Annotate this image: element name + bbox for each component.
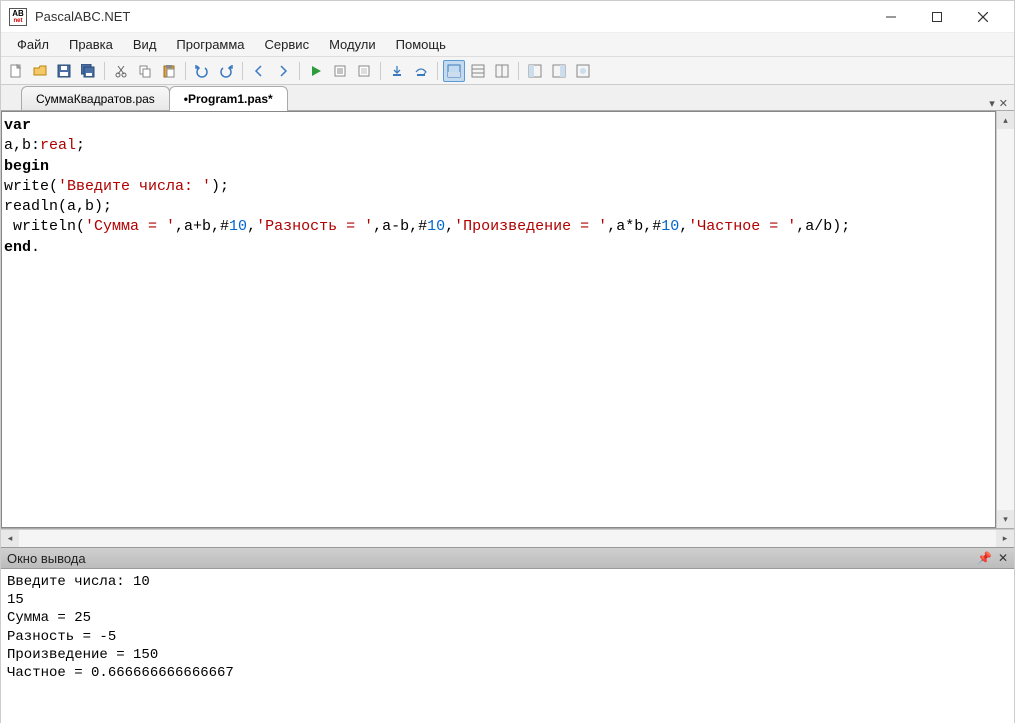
separator (437, 62, 438, 80)
locals-panel-icon[interactable] (491, 60, 513, 82)
undo-icon[interactable] (191, 60, 213, 82)
vertical-scrollbar[interactable]: ▴ ▾ (996, 111, 1014, 528)
panel4-icon[interactable] (524, 60, 546, 82)
tab-bar: СуммаКвадратов.pas •Program1.pas* ▾ ✕ (1, 85, 1014, 111)
horizontal-scrollbar[interactable]: ◂ ▸ (1, 529, 1014, 547)
nav-back-icon[interactable] (248, 60, 270, 82)
separator (299, 62, 300, 80)
save-all-icon[interactable] (77, 60, 99, 82)
window-title: PascalABC.NET (35, 9, 130, 24)
run-icon[interactable] (305, 60, 327, 82)
scroll-track[interactable] (997, 129, 1014, 510)
scroll-down-icon[interactable]: ▾ (997, 510, 1014, 528)
menu-program[interactable]: Программа (166, 34, 254, 55)
output-panel-title: Окно вывода (7, 551, 86, 566)
tab-summa-kvadratov[interactable]: СуммаКвадратов.pas (21, 86, 170, 110)
panel6-icon[interactable] (572, 60, 594, 82)
maximize-button[interactable] (914, 2, 960, 32)
cut-icon[interactable] (110, 60, 132, 82)
menu-bar: Файл Правка Вид Программа Сервис Модули … (1, 33, 1014, 57)
tab-close-icon[interactable]: ✕ (999, 97, 1008, 110)
app-icon: ABnet (9, 8, 27, 26)
compile-icon[interactable] (329, 60, 351, 82)
separator (518, 62, 519, 80)
save-icon[interactable] (53, 60, 75, 82)
step-into-icon[interactable] (386, 60, 408, 82)
paste-icon[interactable] (158, 60, 180, 82)
editor-area: var a,b:real; begin write('Введите числа… (1, 111, 1014, 529)
output-panel[interactable]: Введите числа: 10 15 Сумма = 25 Разность… (1, 569, 1014, 725)
menu-edit[interactable]: Правка (59, 34, 123, 55)
scroll-left-icon[interactable]: ◂ (1, 530, 19, 547)
menu-service[interactable]: Сервис (255, 34, 320, 55)
redo-icon[interactable] (215, 60, 237, 82)
separator (104, 62, 105, 80)
output-line: Введите числа: 10 (7, 574, 150, 590)
output-line: 15 (7, 592, 24, 608)
open-file-icon[interactable] (29, 60, 51, 82)
output-line: Разность = -5 (7, 629, 116, 645)
separator (380, 62, 381, 80)
scroll-up-icon[interactable]: ▴ (997, 111, 1014, 129)
separator (185, 62, 186, 80)
title-bar: ABnet PascalABC.NET (1, 1, 1014, 33)
menu-view[interactable]: Вид (123, 34, 167, 55)
output-line: Частное = 0.666666666666667 (7, 665, 234, 681)
menu-file[interactable]: Файл (7, 34, 59, 55)
toolbar (1, 57, 1014, 85)
menu-help[interactable]: Помощь (386, 34, 456, 55)
nav-forward-icon[interactable] (272, 60, 294, 82)
menu-modules[interactable]: Модули (319, 34, 386, 55)
close-panel-icon[interactable]: ✕ (998, 551, 1008, 565)
step-over-icon[interactable] (410, 60, 432, 82)
panel5-icon[interactable] (548, 60, 570, 82)
minimize-button[interactable] (868, 2, 914, 32)
build-icon[interactable] (353, 60, 375, 82)
output-line: Сумма = 25 (7, 610, 91, 626)
output-panel-header: Окно вывода 📌 ✕ (1, 547, 1014, 569)
separator (242, 62, 243, 80)
output-line: Произведение = 150 (7, 647, 158, 663)
output-panel-icon[interactable] (443, 60, 465, 82)
copy-icon[interactable] (134, 60, 156, 82)
tab-label: •Program1.pas* (184, 92, 273, 106)
pin-icon[interactable]: 📌 (977, 551, 992, 565)
close-button[interactable] (960, 2, 1006, 32)
watch-panel-icon[interactable] (467, 60, 489, 82)
tab-dropdown-icon[interactable]: ▾ (989, 97, 995, 110)
scroll-right-icon[interactable]: ▸ (996, 530, 1014, 547)
new-file-icon[interactable] (5, 60, 27, 82)
code-editor[interactable]: var a,b:real; begin write('Введите числа… (1, 111, 996, 528)
tab-label: СуммаКвадратов.pas (36, 92, 155, 106)
scroll-track[interactable] (19, 530, 996, 547)
tab-program1[interactable]: •Program1.pas* (169, 86, 288, 111)
